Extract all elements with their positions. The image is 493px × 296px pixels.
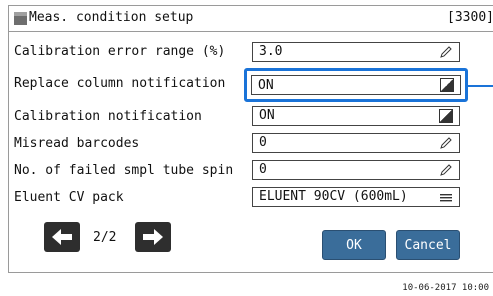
ok-button[interactable]: OK [322,230,386,260]
eluent-cv-pack-value: ELUENT 90CV (600mL) [259,189,408,204]
calibration-error-range-value: 3.0 [259,44,283,59]
previous-page-button[interactable] [44,222,80,252]
calibration-error-range-field[interactable]: 3.0 [252,42,460,62]
calibration-notification-value: ON [259,108,275,123]
calibration-notification-field[interactable]: ON [252,106,460,126]
eluent-cv-pack-field[interactable]: ELUENT 90CV (600mL) [252,187,460,207]
next-page-button[interactable] [135,222,171,252]
title-bar: Meas. condition setup [3300] [9,6,493,32]
label-failed-smpl-tube-spin: No. of failed smpl tube spin [14,163,234,178]
toggle-icon [440,78,454,92]
pencil-icon [440,164,452,176]
label-eluent-cv-pack: Eluent CV pack [14,190,124,205]
arrow-right-icon [143,229,163,245]
selection-connector-line [468,85,493,87]
misread-barcodes-value: 0 [259,135,267,150]
misread-barcodes-field[interactable]: 0 [252,133,460,153]
page-title: Meas. condition setup [29,10,194,25]
label-replace-column-notification: Replace column notification [14,76,226,91]
page-indicator: 2/2 [93,230,117,245]
pencil-icon [440,137,452,149]
timestamp: 10-06-2017 10:00 [402,283,489,293]
label-calibration-notification: Calibration notification [14,109,202,124]
failed-smpl-tube-spin-value: 0 [259,162,267,177]
window-icon [14,12,27,25]
label-misread-barcodes: Misread barcodes [14,136,140,151]
screen-code: [3300] [447,10,493,25]
label-calibration-error-range: Calibration error range (%) [14,44,226,59]
replace-column-notification-box: ON [251,75,461,95]
cancel-button[interactable]: Cancel [396,230,460,260]
failed-smpl-tube-spin-field[interactable]: 0 [252,160,460,180]
pencil-icon [440,46,452,58]
list-icon [440,194,452,202]
replace-column-notification-field[interactable]: ON [244,68,468,102]
toggle-icon [439,109,453,123]
replace-column-notification-value: ON [258,78,274,93]
arrow-left-icon [52,229,72,245]
